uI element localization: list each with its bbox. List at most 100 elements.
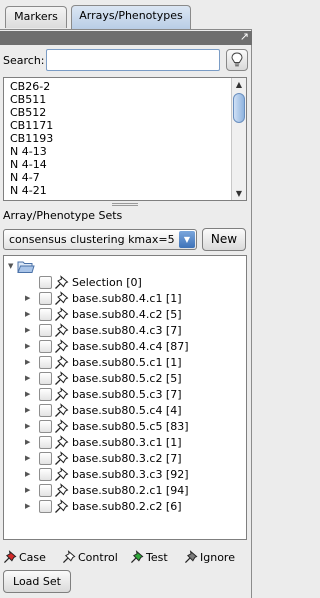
- tree-item-checkbox[interactable]: [39, 388, 52, 401]
- arrays-list-scrollbar[interactable]: ▲ ▼: [231, 78, 246, 200]
- tree-row[interactable]: ▶ base.sub80.5.c5 [83]: [4, 419, 244, 435]
- control-pin-icon[interactable]: [54, 419, 70, 434]
- control-pin-icon[interactable]: [54, 451, 70, 466]
- tab-markers[interactable]: Markers: [5, 6, 67, 28]
- expand-arrow-icon[interactable]: ▶: [25, 374, 33, 383]
- ignore-pin-icon: [184, 550, 198, 564]
- tree-row[interactable]: ▶ base.sub80.4.c3 [7]: [4, 323, 244, 339]
- tree-item-checkbox[interactable]: [39, 292, 52, 305]
- tree-root-row[interactable]: ▼: [4, 259, 244, 275]
- legend-case: Case: [3, 550, 46, 564]
- expand-arrow-icon[interactable]: ▶: [25, 358, 33, 367]
- list-item[interactable]: CB1193: [10, 132, 53, 145]
- pin-legend: Case Control Test Ignore: [0, 550, 252, 568]
- tree-item-checkbox[interactable]: [39, 308, 52, 321]
- tree-row[interactable]: ▶ base.sub80.3.c3 [92]: [4, 467, 244, 483]
- expand-arrow-icon[interactable]: ▶: [25, 422, 33, 431]
- search-label: Search:: [3, 54, 45, 67]
- list-item[interactable]: N 4-21: [10, 184, 47, 197]
- list-item[interactable]: N 4-13: [10, 145, 47, 158]
- expand-arrow-icon[interactable]: ▶: [25, 438, 33, 447]
- tree-item-checkbox[interactable]: [39, 436, 52, 449]
- scroll-down-arrow-icon[interactable]: ▼: [232, 187, 246, 200]
- tree-item-checkbox[interactable]: [39, 340, 52, 353]
- tree-item-checkbox[interactable]: [39, 356, 52, 369]
- collapse-arrow-icon[interactable]: ▼: [8, 262, 16, 271]
- control-pin-icon[interactable]: [54, 371, 70, 386]
- tree-row[interactable]: ▶ base.sub80.5.c1 [1]: [4, 355, 244, 371]
- split-pane-divider[interactable]: [112, 203, 138, 206]
- tree-row[interactable]: ▶ base.sub80.2.c1 [94]: [4, 483, 244, 499]
- tree-item-label: base.sub80.3.c1 [1]: [72, 436, 182, 449]
- control-pin-icon[interactable]: [54, 323, 70, 338]
- tree-row[interactable]: ▶ base.sub80.3.c2 [7]: [4, 451, 244, 467]
- list-item[interactable]: N 4-14: [10, 158, 47, 171]
- tree-item-checkbox[interactable]: [39, 452, 52, 465]
- scroll-up-arrow-icon[interactable]: ▲: [232, 78, 246, 91]
- expand-arrow-icon[interactable]: ▶: [25, 470, 33, 479]
- expand-arrow-icon[interactable]: ▶: [25, 406, 33, 415]
- test-pin-icon: [130, 550, 144, 564]
- load-set-button[interactable]: Load Set: [3, 570, 71, 593]
- list-item[interactable]: CB26-2: [10, 80, 50, 93]
- tree-row[interactable]: ▶ base.sub80.5.c4 [4]: [4, 403, 244, 419]
- tree-item-label: base.sub80.5.c5 [83]: [72, 420, 189, 433]
- selection-checkbox[interactable]: [39, 276, 52, 289]
- tree-item-label: base.sub80.4.c3 [7]: [72, 324, 182, 337]
- scrollbar-thumb[interactable]: [233, 93, 245, 123]
- legend-case-label: Case: [19, 550, 46, 564]
- tree-item-label: base.sub80.3.c3 [92]: [72, 468, 189, 481]
- list-item[interactable]: N 4-7: [10, 171, 40, 184]
- expand-arrow-icon[interactable]: ▶: [25, 326, 33, 335]
- tree-item-label: base.sub80.3.c2 [7]: [72, 452, 182, 465]
- control-pin-icon[interactable]: [54, 355, 70, 370]
- set-selector-dropdown[interactable]: consensus clustering kmax=5 ▼: [3, 229, 197, 250]
- expand-arrow-icon[interactable]: ▶: [25, 502, 33, 511]
- arrays-list[interactable]: CB26-2 CB511 CB512 CB1171 CB1193 N 4-13 …: [3, 77, 247, 201]
- tree-item-checkbox[interactable]: [39, 372, 52, 385]
- tree-item-checkbox[interactable]: [39, 500, 52, 513]
- list-item[interactable]: CB512: [10, 106, 46, 119]
- maximize-icon[interactable]: ↗: [240, 30, 249, 43]
- tree-row[interactable]: ▶ base.sub80.5.c2 [5]: [4, 371, 244, 387]
- tree-row-selection[interactable]: Selection [0]: [4, 275, 244, 291]
- search-options-button[interactable]: [226, 49, 248, 71]
- control-pin-icon[interactable]: [54, 467, 70, 482]
- new-set-button[interactable]: New: [202, 228, 246, 251]
- expand-arrow-icon[interactable]: ▶: [25, 486, 33, 495]
- list-item[interactable]: CB511: [10, 93, 46, 106]
- tree-item-checkbox[interactable]: [39, 468, 52, 481]
- control-pin-icon[interactable]: [54, 499, 70, 514]
- control-pin-icon[interactable]: [54, 307, 70, 322]
- tree-item-checkbox[interactable]: [39, 404, 52, 417]
- expand-arrow-icon[interactable]: ▶: [25, 294, 33, 303]
- tree-row[interactable]: ▶ base.sub80.2.c2 [6]: [4, 499, 244, 515]
- tree-row[interactable]: ▶ base.sub80.3.c1 [1]: [4, 435, 244, 451]
- array-panel: Markers Arrays/Phenotypes ↗ Search: CB26…: [0, 0, 252, 598]
- tree-row[interactable]: ▶ base.sub80.5.c3 [7]: [4, 387, 244, 403]
- tree-row[interactable]: ▶ base.sub80.4.c2 [5]: [4, 307, 244, 323]
- panel-title-strip: ↗: [0, 30, 252, 45]
- array-set-tree[interactable]: ▼ Selection [0] ▶ base.sub80.4.c1 [1] ▶ bas…: [3, 255, 247, 540]
- control-pin-icon[interactable]: [54, 387, 70, 402]
- control-pin-icon[interactable]: [54, 275, 70, 290]
- control-pin-icon[interactable]: [54, 483, 70, 498]
- tree-row[interactable]: ▶ base.sub80.4.c1 [1]: [4, 291, 244, 307]
- folder-open-icon: [17, 261, 35, 273]
- expand-arrow-icon[interactable]: ▶: [25, 342, 33, 351]
- control-pin-icon[interactable]: [54, 403, 70, 418]
- expand-arrow-icon[interactable]: ▶: [25, 390, 33, 399]
- tree-row[interactable]: ▶ base.sub80.4.c4 [87]: [4, 339, 244, 355]
- search-input[interactable]: [46, 49, 220, 71]
- chevron-down-icon[interactable]: ▼: [179, 231, 195, 248]
- control-pin-icon[interactable]: [54, 339, 70, 354]
- tab-arrays-phenotypes[interactable]: Arrays/Phenotypes: [71, 5, 191, 29]
- expand-arrow-icon[interactable]: ▶: [25, 454, 33, 463]
- tree-item-checkbox[interactable]: [39, 324, 52, 337]
- expand-arrow-icon[interactable]: ▶: [25, 310, 33, 319]
- control-pin-icon[interactable]: [54, 291, 70, 306]
- list-item[interactable]: CB1171: [10, 119, 53, 132]
- tree-item-checkbox[interactable]: [39, 420, 52, 433]
- tree-item-checkbox[interactable]: [39, 484, 52, 497]
- control-pin-icon[interactable]: [54, 435, 70, 450]
